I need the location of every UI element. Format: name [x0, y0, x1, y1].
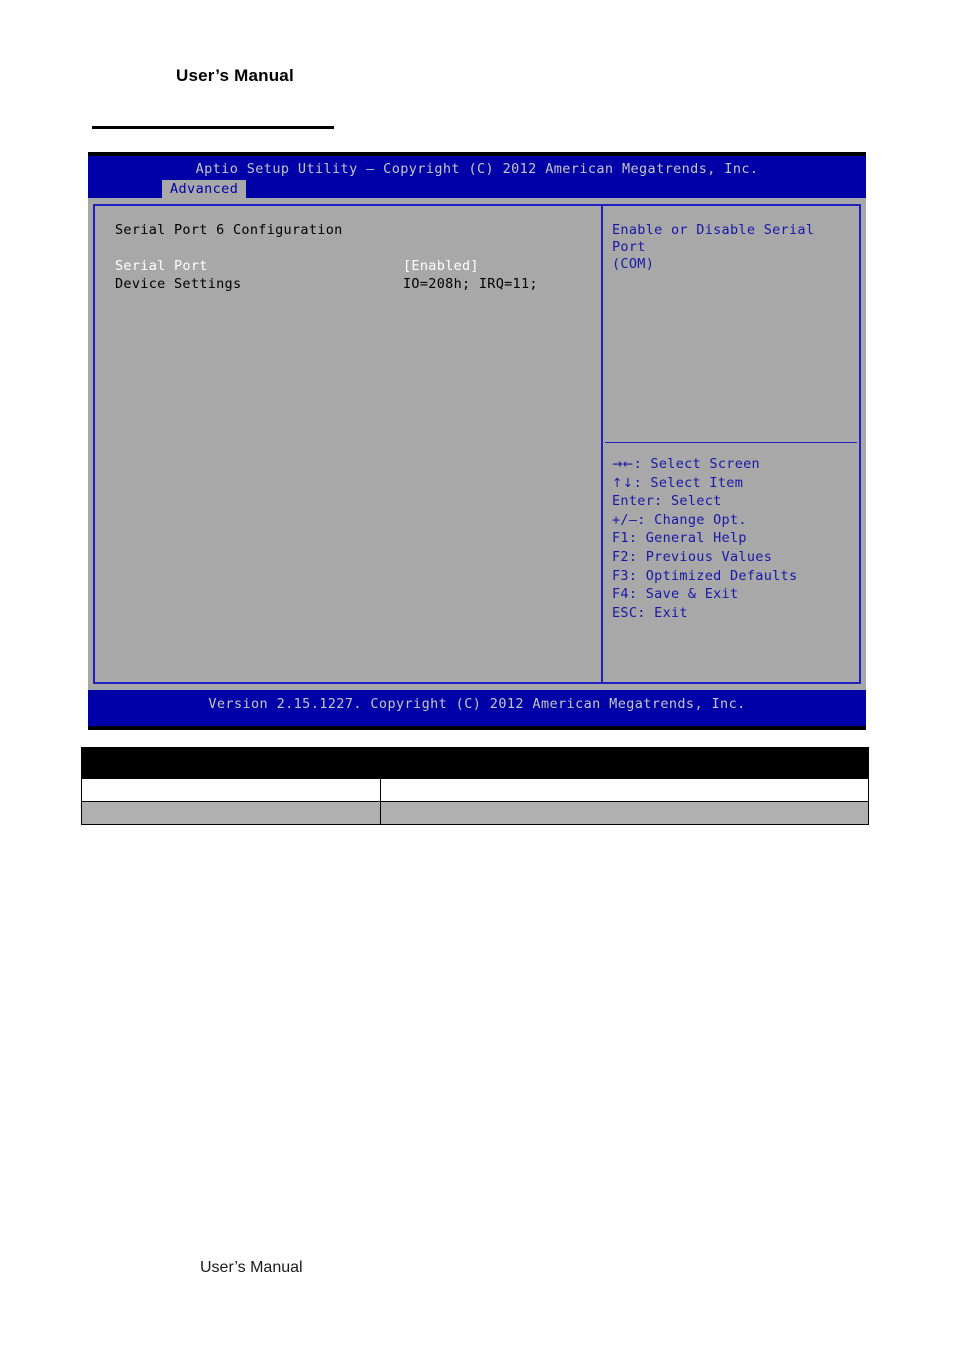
- table-cell-text: [381, 811, 868, 815]
- nav-key-enter-select: Enter: Select: [612, 493, 722, 510]
- bios-setup-screenshot: Aptio Setup Utility – Copyright (C) 2012…: [88, 152, 866, 730]
- table-cell-text: [82, 761, 380, 765]
- help-pane-divider: [605, 442, 857, 443]
- table-row: [81, 747, 869, 779]
- header-divider-rule: [92, 126, 334, 129]
- table-cell: [81, 778, 381, 802]
- nav-key-previous-values: F2: Previous Values: [612, 548, 773, 565]
- table-cell: [81, 801, 381, 825]
- table-cell-text: [82, 788, 380, 792]
- nav-key-select-screen: →←: Select Screen: [612, 455, 853, 474]
- nav-key-optimized-defaults: F3: Optimized Defaults: [612, 567, 798, 584]
- page-footer-title: User’s Manual: [200, 1259, 303, 1276]
- nav-key-save-and-exit: F4: Save & Exit: [612, 586, 739, 603]
- settings-section-title: Serial Port 6 Configuration: [115, 222, 343, 238]
- bios-title-text: Aptio Setup Utility – Copyright (C) 2012…: [195, 161, 759, 177]
- bios-title-bar: Aptio Setup Utility – Copyright (C) 2012…: [88, 156, 866, 199]
- table-row: [81, 778, 869, 802]
- table-cell-text: [381, 788, 868, 792]
- bios-version-text: Version 2.15.1227. Copyright (C) 2012 Am…: [208, 696, 746, 712]
- table-cell-text: [82, 811, 380, 815]
- tab-advanced[interactable]: Advanced: [162, 180, 247, 199]
- description-table: [81, 747, 869, 825]
- nav-key-esc-exit: ESC: Exit: [612, 604, 688, 621]
- setting-value-device-settings: IO=208h; IRQ=11;: [403, 276, 538, 292]
- table-cell-text: [381, 761, 868, 765]
- help-text-block: Enable or Disable Serial Port (COM): [612, 222, 851, 273]
- nav-key-select-item-label: : Select Item: [633, 474, 744, 491]
- setting-label-device-settings: Device Settings: [115, 276, 242, 292]
- table-cell: [380, 747, 869, 779]
- help-text-line-2: (COM): [612, 256, 655, 272]
- setting-label-serial-port: Serial Port: [115, 258, 208, 274]
- table-cell: [380, 801, 869, 825]
- bios-body-frame: Serial Port 6 Configuration Serial Port …: [93, 204, 861, 684]
- table-cell: [81, 747, 381, 779]
- bios-body: Serial Port 6 Configuration Serial Port …: [88, 198, 866, 690]
- arrow-left-right-icon: →←: [612, 456, 634, 471]
- nav-key-select-screen-label: : Select Screen: [633, 456, 760, 472]
- setting-value-serial-port[interactable]: [Enabled]: [403, 258, 479, 274]
- bios-settings-pane: Serial Port 6 Configuration Serial Port …: [95, 206, 603, 682]
- table-row: [81, 801, 869, 825]
- nav-key-general-help: F1: General Help: [612, 530, 747, 547]
- table-cell: [380, 778, 869, 802]
- help-text-line-1: Enable or Disable Serial Port: [612, 222, 815, 255]
- bios-help-pane: Enable or Disable Serial Port (COM) →←: …: [603, 206, 859, 682]
- nav-key-select-item: ↑↓: Select Item: [612, 474, 853, 493]
- nav-key-change-opt: +/–: Change Opt.: [612, 511, 747, 528]
- page-header-title: User’s Manual: [176, 66, 294, 85]
- navigation-key-legend: →←: Select Screen ↑↓: Select Item Enter:…: [612, 455, 853, 622]
- bios-version-bar: Version 2.15.1227. Copyright (C) 2012 Am…: [88, 690, 866, 722]
- arrow-up-down-icon: ↑↓: [612, 474, 634, 490]
